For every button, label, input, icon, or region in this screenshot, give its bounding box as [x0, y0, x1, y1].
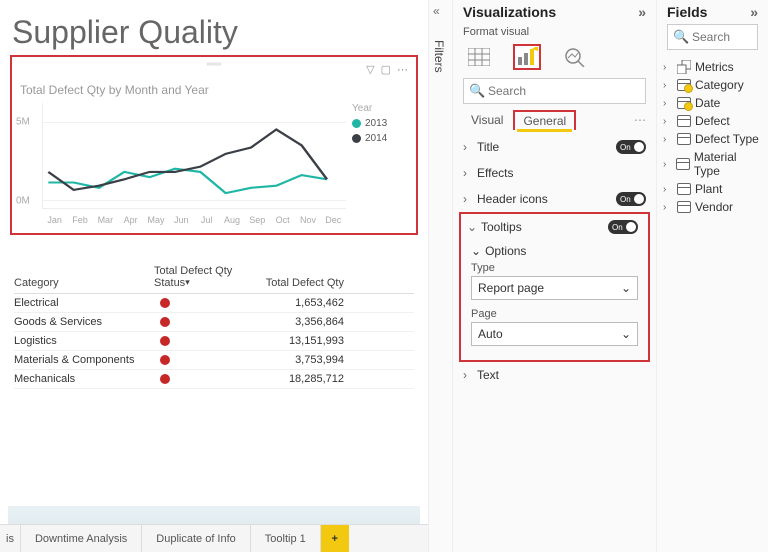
collapse-icon[interactable]: »: [638, 4, 646, 20]
status-dot-icon: [160, 317, 170, 327]
table-icon: [677, 115, 691, 127]
table-icon: [676, 158, 689, 170]
chart-plot: 5M 0M JanFebMarAprMayJunJulAugSepOctNovD…: [20, 103, 346, 209]
format-search: 🔍: [463, 78, 646, 104]
chevron-right-icon: ›: [663, 116, 673, 127]
section-text[interactable]: ›Text: [453, 362, 656, 388]
field-item[interactable]: ›Date: [663, 94, 762, 112]
more-options-icon[interactable]: ⋯: [634, 113, 646, 127]
pane-subtitle: Format visual: [453, 26, 656, 38]
analytics-icon[interactable]: [561, 44, 589, 70]
page-label: Page: [471, 308, 638, 320]
map-visual[interactable]: [8, 506, 420, 524]
section-options[interactable]: ⌄Options: [461, 240, 648, 260]
report-canvas: Supplier Quality ══ ▽ ▢ ⋯ Total Defect Q…: [0, 0, 428, 552]
table-icon: [677, 201, 691, 213]
section-tooltips-highlight: ⌄TooltipsOn ⌄Options Type Report page⌄ P…: [459, 212, 650, 362]
table-row[interactable]: Mechanicals18,285,712: [14, 370, 414, 389]
drag-handle-icon[interactable]: ══: [207, 59, 221, 70]
table-icon: [677, 79, 691, 91]
field-item[interactable]: ›Plant: [663, 180, 762, 198]
page-title: Supplier Quality: [12, 14, 352, 51]
field-item[interactable]: ›Category: [663, 76, 762, 94]
status-dot-icon: [160, 374, 170, 384]
visualizations-pane: Visualizations » Format visual 🔍 Visual …: [452, 0, 656, 552]
chevron-right-icon: ›: [663, 62, 673, 73]
table-row[interactable]: Goods & Services3,356,864: [14, 313, 414, 332]
field-item[interactable]: ›Defect Type: [663, 130, 762, 148]
table-row[interactable]: Logistics13,151,993: [14, 332, 414, 351]
toggle-on[interactable]: On: [616, 192, 646, 206]
chevron-down-icon: ⌄: [621, 281, 631, 295]
more-options-icon[interactable]: ⋯: [397, 63, 408, 79]
expand-icon[interactable]: «: [433, 4, 440, 18]
fields-pane: Fields » 🔍 ›Metrics›Category›Date›Defect…: [656, 0, 768, 552]
chevron-right-icon: ›: [663, 80, 673, 91]
tab-general[interactable]: General: [513, 110, 576, 130]
format-visual-icon[interactable]: [513, 44, 541, 70]
chart-legend: Year 2013 2014: [346, 103, 408, 209]
table-visual[interactable]: Category Total Defect Qty Status▾ Total …: [14, 265, 414, 389]
type-label: Type: [471, 262, 638, 274]
chevron-right-icon: ›: [663, 98, 673, 109]
section-title[interactable]: ›TitleOn: [453, 134, 656, 160]
toggle-on[interactable]: On: [608, 220, 638, 234]
add-page-button[interactable]: +: [321, 525, 349, 552]
section-header-icons[interactable]: ›Header iconsOn: [453, 186, 656, 212]
status-dot-icon: [160, 298, 170, 308]
toggle-on[interactable]: On: [616, 140, 646, 154]
pane-title: Visualizations: [463, 4, 556, 20]
field-item[interactable]: ›Material Type: [663, 148, 762, 180]
field-item[interactable]: ›Defect: [663, 112, 762, 130]
build-visual-icon[interactable]: [465, 44, 493, 70]
chevron-right-icon: ›: [663, 159, 672, 170]
page-tab[interactable]: is: [0, 525, 21, 552]
tab-visual[interactable]: Visual: [463, 111, 511, 129]
chart-title: Total Defect Qty by Month and Year: [20, 83, 408, 97]
table-row[interactable]: Electrical1,653,462: [14, 294, 414, 313]
field-item[interactable]: ›Metrics: [663, 58, 762, 76]
filters-pane-collapsed[interactable]: « Filters: [428, 0, 452, 552]
page-tabs: is Downtime Analysis Duplicate of Info T…: [0, 524, 428, 552]
page-tab[interactable]: Tooltip 1: [251, 525, 321, 552]
page-tab[interactable]: Downtime Analysis: [21, 525, 142, 552]
format-search-input[interactable]: [463, 78, 646, 104]
table-row[interactable]: Materials & Components3,753,994: [14, 351, 414, 370]
fields-search: 🔍: [667, 24, 758, 50]
status-dot-icon: [160, 355, 170, 365]
table-icon: [677, 97, 691, 109]
search-icon: 🔍: [469, 83, 485, 99]
section-tooltips[interactable]: ⌄TooltipsOn: [461, 214, 648, 240]
legend-swatch-icon: [352, 134, 361, 143]
filter-icon[interactable]: ▽: [366, 63, 374, 79]
sort-desc-icon[interactable]: ▾: [185, 277, 190, 288]
chevron-down-icon: ⌄: [621, 327, 631, 341]
table-icon: [677, 133, 691, 145]
collapse-icon[interactable]: »: [750, 4, 758, 20]
search-icon: 🔍: [673, 29, 689, 45]
chart-svg: [42, 103, 346, 209]
section-effects[interactable]: ›Effects: [453, 160, 656, 186]
chevron-right-icon: ›: [663, 184, 673, 195]
table-icon: [677, 183, 691, 195]
type-select[interactable]: Report page⌄: [471, 276, 638, 300]
chevron-right-icon: ›: [663, 134, 673, 145]
field-item[interactable]: ›Vendor: [663, 198, 762, 216]
line-chart-visual[interactable]: ══ ▽ ▢ ⋯ Total Defect Qty by Month and Y…: [10, 55, 418, 235]
page-select[interactable]: Auto⌄: [471, 322, 638, 346]
pane-title: Fields: [667, 4, 707, 20]
chevron-right-icon: ›: [663, 202, 673, 213]
status-dot-icon: [160, 336, 170, 346]
focus-mode-icon[interactable]: ▢: [381, 63, 391, 79]
legend-swatch-icon: [352, 119, 361, 128]
metrics-icon: [677, 60, 691, 74]
page-tab[interactable]: Duplicate of Info: [142, 525, 251, 552]
